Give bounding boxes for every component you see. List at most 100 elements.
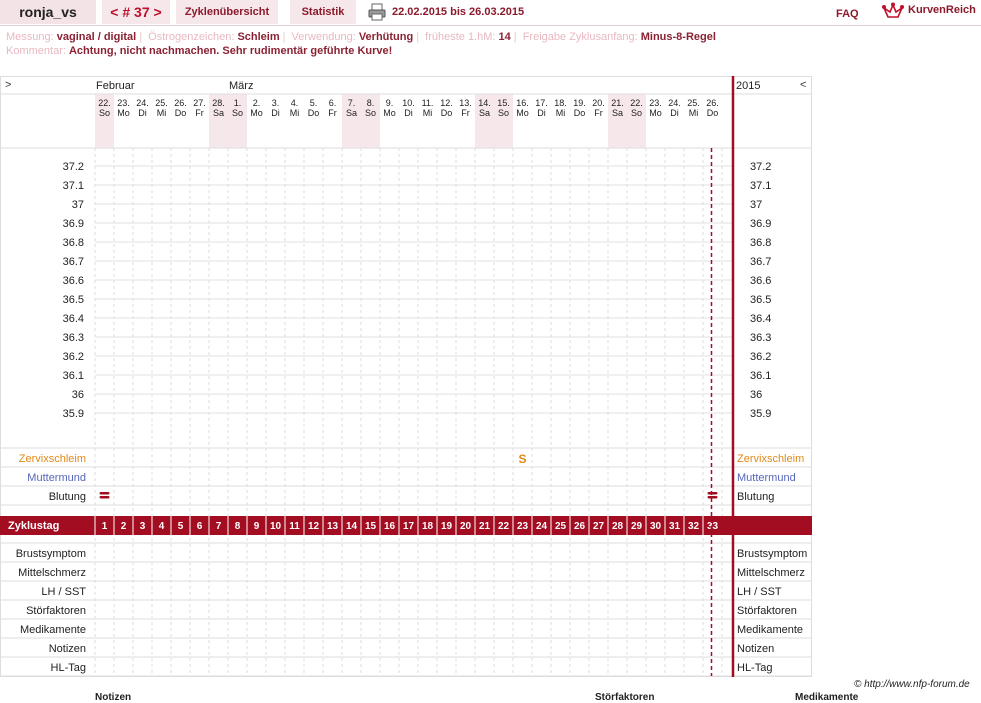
tab-cycle-overview[interactable]: Zyklenübersicht <box>176 0 278 24</box>
temp-axis-right-label: 35.9 <box>750 408 771 420</box>
next-cycle-button[interactable]: > <box>154 4 162 20</box>
weekday-label: Di <box>537 108 546 118</box>
temp-axis-right-label: 36.8 <box>750 237 771 249</box>
temp-axis-left-label: 36.6 <box>63 275 84 287</box>
weekday-label: Fr <box>328 108 337 118</box>
freigabe-value: Minus-8-Regel <box>640 31 716 43</box>
date-label: 27. <box>193 98 206 108</box>
cycle-day-number: 15 <box>365 521 377 532</box>
date-label: 26. <box>174 98 187 108</box>
bottom-row-label-right: Störfaktoren <box>737 605 797 617</box>
cycle-day-number: 17 <box>403 521 415 532</box>
cycle-day-number: 21 <box>479 521 491 532</box>
weekday-label: Di <box>404 108 413 118</box>
date-label: 25. <box>687 98 700 108</box>
bleeding-marker <box>707 492 718 495</box>
date-label: 21. <box>611 98 624 108</box>
cycle-day-number: 8 <box>235 521 241 532</box>
temp-axis-left-label: 36.5 <box>63 294 84 306</box>
bottom-row-label-left: Notizen <box>49 643 86 655</box>
weekday-label: Mo <box>117 108 130 118</box>
temp-axis-left-label: 37.1 <box>63 180 84 192</box>
cycle-day-number: 24 <box>536 521 548 532</box>
bottom-row-label-right: Mittelschmerz <box>737 567 805 579</box>
temp-axis-left-label: 35.9 <box>63 408 84 420</box>
bleeding-marker <box>707 496 718 499</box>
bottom-row-label-right: HL-Tag <box>737 662 772 674</box>
bottom-row-label-right: LH / SST <box>737 586 782 598</box>
bottom-row-label-left: HL-Tag <box>51 662 86 674</box>
top-bar: ronja_vs < # 37 > Zyklenübersicht Statis… <box>0 0 981 26</box>
date-label: 12. <box>440 98 453 108</box>
date-label: 25. <box>155 98 168 108</box>
date-label: 28. <box>212 98 225 108</box>
cycle-number: # 37 <box>122 4 150 20</box>
cycle-navigation: < # 37 > <box>102 0 170 24</box>
nav-right-button[interactable]: < <box>800 79 806 91</box>
frueheste-label: früheste 1.hM: <box>425 31 496 43</box>
date-label: 19. <box>573 98 586 108</box>
temp-axis-left-label: 36.3 <box>63 332 84 344</box>
freigabe-label: Freigabe Zyklusanfang: <box>522 31 638 43</box>
logo[interactable]: KurvenReich <box>880 2 981 22</box>
cycle-day-number: 2 <box>121 521 127 532</box>
cycle-day-number: 7 <box>216 521 222 532</box>
cycle-day-number: 23 <box>517 521 529 532</box>
weekday-label: So <box>365 108 376 118</box>
weekday-label: Mi <box>157 108 167 118</box>
temp-axis-right-label: 37 <box>750 199 762 211</box>
row-label-left: Muttermund <box>27 472 86 484</box>
bottom-row-label-right: Brustsymptom <box>737 548 807 560</box>
temp-axis-right-label: 36.1 <box>750 370 771 382</box>
temp-axis-left-label: 36.2 <box>63 351 84 363</box>
temp-axis-left-label: 36.4 <box>63 313 84 325</box>
nav-left-button[interactable]: > <box>5 79 11 91</box>
cycle-day-number: 19 <box>441 521 453 532</box>
temp-axis-right-label: 36.2 <box>750 351 771 363</box>
faq-link[interactable]: FAQ <box>836 8 859 20</box>
temp-axis-left-label: 37.2 <box>63 161 84 173</box>
date-label: 24. <box>668 98 681 108</box>
kommentar-value: Achtung, nicht nachmachen. Sehr rudiment… <box>68 45 393 57</box>
temp-axis-right-label: 36 <box>750 389 762 401</box>
date-label: 1. <box>234 98 242 108</box>
weekday-label: Do <box>574 108 586 118</box>
temp-axis-right-label: 36.3 <box>750 332 771 344</box>
temp-axis-left-label: 36.1 <box>63 370 84 382</box>
weekday-label: Di <box>138 108 147 118</box>
weekday-label: Fr <box>195 108 204 118</box>
cycle-day-number: 31 <box>669 521 681 532</box>
cycle-chart: > < Februar März 2015 22. So 23. Mo 24. Di 25. Mi 26.… <box>0 76 812 678</box>
bleeding-marker <box>99 492 110 495</box>
weekday-label: Mi <box>290 108 300 118</box>
temp-axis-left-label: 36.7 <box>63 256 84 268</box>
weekday-label: Fr <box>594 108 603 118</box>
bottom-row-label-left: Störfaktoren <box>26 605 86 617</box>
cycle-day-number: 3 <box>140 521 146 532</box>
prev-cycle-button[interactable]: < <box>110 4 118 20</box>
printer-icon[interactable] <box>368 3 386 21</box>
cycle-day-number: 16 <box>384 521 396 532</box>
copyright: © http://www.nfp-forum.de <box>854 679 970 690</box>
cycle-info: Messung: vaginal / digital | Östrogenzeic… <box>6 30 716 58</box>
date-label: 23. <box>117 98 130 108</box>
temp-axis-right-label: 36.4 <box>750 313 771 325</box>
weekday-label: Do <box>441 108 453 118</box>
weekday-label: Mo <box>649 108 662 118</box>
weekday-label: Mo <box>383 108 396 118</box>
date-label: 7. <box>348 98 356 108</box>
month-label-feb: Februar <box>96 80 135 92</box>
cycle-day-number: 28 <box>612 521 624 532</box>
date-label: 3. <box>272 98 280 108</box>
bottom-row-label-left: Mittelschmerz <box>18 567 86 579</box>
logo-text: KurvenReich <box>908 4 976 16</box>
verwendung-label: Verwendung: <box>291 31 356 43</box>
weekday-label: Sa <box>479 108 490 118</box>
date-label: 17. <box>535 98 548 108</box>
cycle-day-number: 29 <box>631 521 643 532</box>
bottom-row-label-right: Medikamente <box>737 624 803 636</box>
tab-statistics[interactable]: Statistik <box>290 0 356 24</box>
date-label: 4. <box>291 98 299 108</box>
username: ronja_vs <box>0 0 96 24</box>
year-label: 2015 <box>736 80 760 92</box>
